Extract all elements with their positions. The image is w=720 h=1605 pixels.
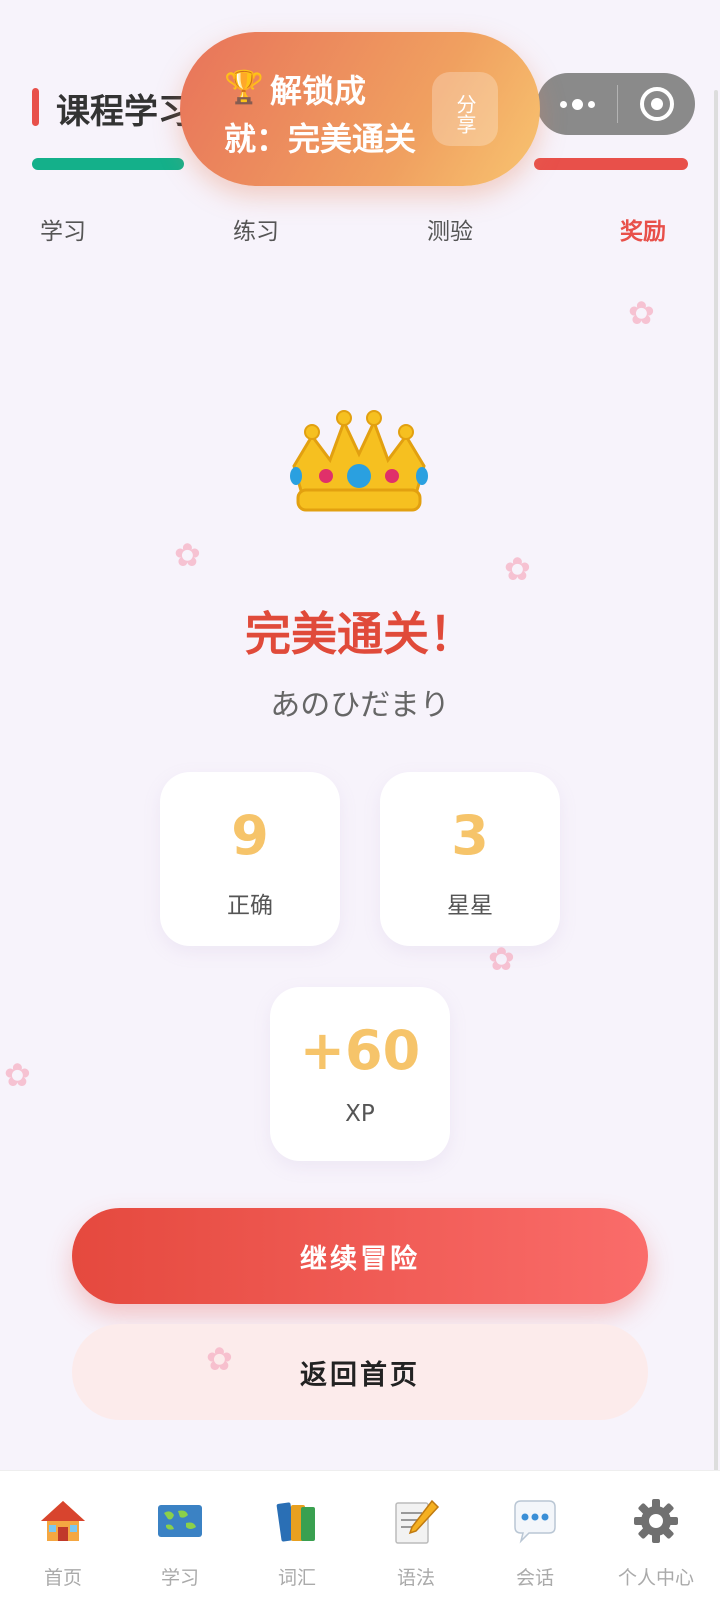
nav-label: 首页 xyxy=(43,1567,82,1589)
stat-value: +60 xyxy=(299,1019,421,1082)
close-miniprogram-button[interactable] xyxy=(618,87,695,121)
more-dot-icon xyxy=(559,100,567,108)
more-dot-icon xyxy=(587,100,595,108)
stat-label: 星星 xyxy=(447,893,493,919)
tab-practice[interactable]: 练习 xyxy=(233,212,279,246)
sakura-petal-icon: ✿ xyxy=(488,940,515,978)
stat-label: 正确 xyxy=(227,893,273,919)
toast-title-line1: 解锁成 xyxy=(270,72,367,110)
crown-icon xyxy=(290,410,428,512)
books-icon xyxy=(276,1502,315,1542)
bottom-nav: 首页 学习 词汇 语法 会话 个人中心 xyxy=(0,1470,720,1605)
world-map-icon xyxy=(158,1505,202,1537)
stat-card-stars: 3 星星 xyxy=(380,772,560,946)
more-button[interactable] xyxy=(537,73,617,135)
gear-icon xyxy=(634,1499,678,1543)
progress-bar-start xyxy=(32,158,184,170)
toast-title-line2: 就：完美通关 xyxy=(224,120,417,158)
memo-pencil-icon xyxy=(395,1499,440,1544)
stat-card-xp: +60 XP xyxy=(270,987,450,1161)
result-title: 完美通关！ xyxy=(245,607,475,661)
scrollbar[interactable] xyxy=(714,90,718,1590)
house-icon xyxy=(41,1501,85,1541)
stat-value: 9 xyxy=(231,804,269,867)
sakura-petal-icon: ✿ xyxy=(206,1340,233,1378)
tab-quiz[interactable]: 测验 xyxy=(427,212,473,246)
stat-label: XP xyxy=(345,1101,375,1127)
nav-label: 词汇 xyxy=(277,1567,316,1589)
stat-value: 3 xyxy=(451,804,489,867)
sakura-petal-icon: ✿ xyxy=(174,536,201,574)
nav-item-conversation[interactable]: 会话 xyxy=(475,1471,595,1605)
result-subtitle: あのひだまり xyxy=(270,688,450,723)
miniprogram-capsule xyxy=(537,73,695,135)
nav-item-vocabulary[interactable]: 词汇 xyxy=(237,1471,357,1605)
course-reward-page: 课程学习 🏆 解锁成 就：完美通关 分享 学习 练习 测验 奖励 完美通关！ あ… xyxy=(0,0,720,1605)
speech-bubble-icon xyxy=(514,1500,556,1544)
header-accent-bar xyxy=(32,88,39,126)
page-title: 课程学习 xyxy=(56,92,192,132)
nav-item-home[interactable]: 首页 xyxy=(3,1471,123,1605)
nav-label: 会话 xyxy=(515,1567,554,1589)
sakura-petal-icon: ✿ xyxy=(504,550,531,588)
share-button[interactable]: 分享 xyxy=(432,72,498,146)
progress-bar-end xyxy=(534,158,688,170)
tab-reward[interactable]: 奖励 xyxy=(620,212,666,246)
nav-item-learn[interactable]: 学习 xyxy=(120,1471,240,1605)
trophy-icon: 🏆 xyxy=(224,68,264,106)
nav-label: 学习 xyxy=(160,1567,199,1589)
stat-card-correct: 9 正确 xyxy=(160,772,340,946)
nav-label: 语法 xyxy=(396,1567,435,1589)
nav-item-profile[interactable]: 个人中心 xyxy=(596,1471,716,1605)
sakura-petal-icon: ✿ xyxy=(628,294,655,332)
tab-bar: 学习 练习 测验 奖励 xyxy=(0,212,720,252)
nav-item-grammar[interactable]: 语法 xyxy=(356,1471,476,1605)
achievement-toast: 🏆 解锁成 就：完美通关 分享 xyxy=(180,32,540,186)
continue-adventure-button[interactable]: 继续冒险 xyxy=(72,1208,648,1304)
back-home-button[interactable]: 返回首页 xyxy=(72,1324,648,1420)
sakura-petal-icon: ✿ xyxy=(4,1056,31,1094)
nav-label: 个人中心 xyxy=(617,1567,694,1589)
tab-learn[interactable]: 学习 xyxy=(40,212,86,246)
more-dot-icon xyxy=(571,98,583,110)
target-icon xyxy=(639,87,674,121)
